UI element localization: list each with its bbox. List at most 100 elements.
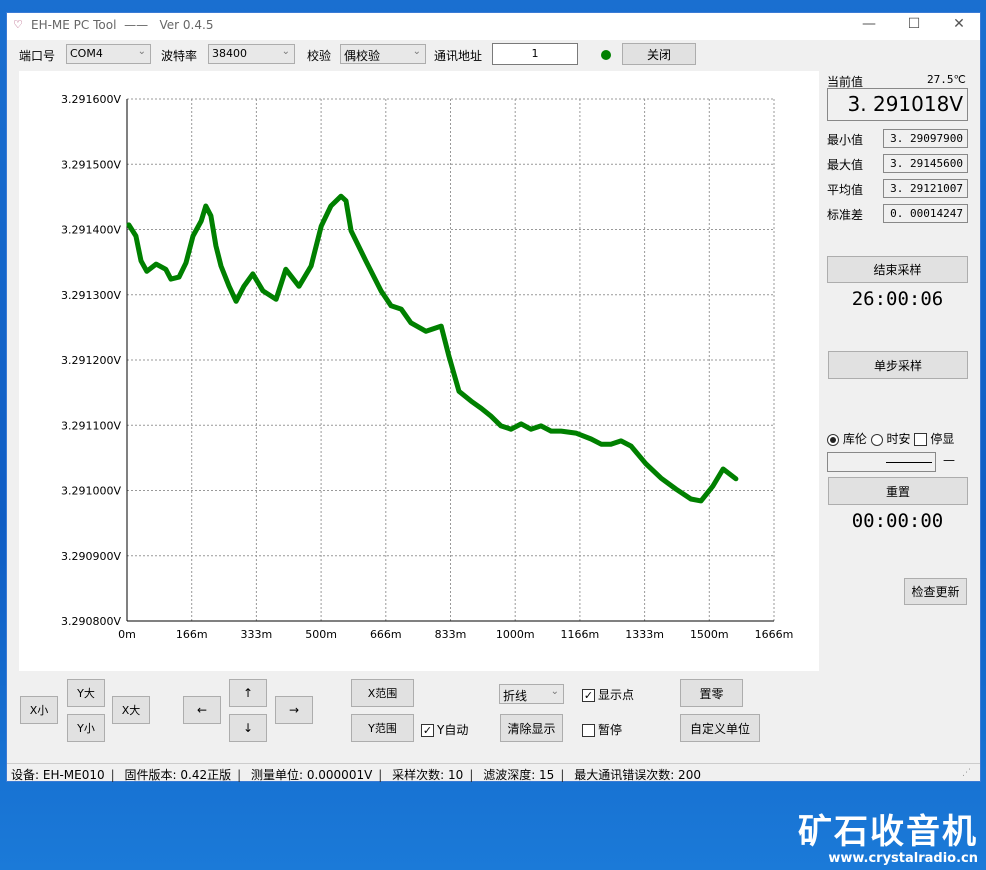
x-range-button[interactable]: X范围 <box>351 679 414 707</box>
clear-display-button[interactable]: 清除显示 <box>500 714 563 742</box>
app-window: ♡ EH-ME PC Tool —— Ver 0.4.5 — ☐ ✕ 端口号 C… <box>6 12 981 782</box>
data-point <box>218 264 223 269</box>
data-point <box>618 438 623 443</box>
zero-button[interactable]: 置零 <box>680 679 743 707</box>
data-point <box>608 442 613 447</box>
data-point <box>297 284 302 289</box>
x-tick-label: 1166m <box>561 628 600 641</box>
data-point <box>424 329 429 334</box>
y-tick-label: 3.291300V <box>61 289 121 302</box>
data-point <box>549 429 554 434</box>
maximize-button[interactable]: ☐ <box>892 16 936 38</box>
x-zoom-in-button[interactable]: X大 <box>112 696 150 724</box>
data-point <box>589 436 594 441</box>
x-tick-label: 0m <box>118 628 136 641</box>
y-tick-label: 3.291500V <box>61 158 121 171</box>
data-point <box>538 423 543 428</box>
y-zoom-in-button[interactable]: Y大 <box>67 679 105 707</box>
data-point <box>599 442 604 447</box>
pan-right-button[interactable]: → <box>275 696 313 724</box>
stop-sampling-button[interactable]: 结束采样 <box>827 256 968 283</box>
data-point <box>274 297 279 302</box>
x-tick-label: 1000m <box>496 628 535 641</box>
radio-amp-hour[interactable]: 时安 <box>870 432 911 446</box>
port-select[interactable]: COM4 ⌄ <box>66 44 151 64</box>
data-point <box>208 213 213 218</box>
data-point <box>721 466 726 471</box>
x-tick-label: 1333m <box>625 628 664 641</box>
resize-grip-icon[interactable]: ⋰ <box>962 768 971 778</box>
status-unit: 测量单位: 0.000001V <box>250 768 373 782</box>
y-tick-label: 3.290800V <box>61 615 121 628</box>
show-points-checkbox[interactable]: ✓ 显示点 <box>582 686 634 703</box>
x-tick-label: 666m <box>370 628 402 641</box>
x-tick-label: 333m <box>241 628 273 641</box>
std-label: 标准差 <box>827 208 864 222</box>
window-title: EH-ME PC Tool —— Ver 0.4.5 <box>31 18 214 32</box>
data-point <box>363 258 368 263</box>
address-input[interactable]: 1 <box>492 43 578 65</box>
data-point <box>241 284 246 289</box>
y-zoom-out-button[interactable]: Y小 <box>67 714 105 742</box>
data-point <box>629 444 634 449</box>
data-point <box>338 194 343 199</box>
data-point <box>643 461 648 466</box>
hold-display-checkbox[interactable]: 停显 <box>914 432 954 446</box>
baud-select[interactable]: 38400 ⌄ <box>208 44 295 64</box>
max-value: 3. 29145600 <box>883 154 968 173</box>
data-point <box>227 284 232 289</box>
elapsed-timer: 26:00:06 <box>851 288 944 310</box>
parity-select[interactable]: 偶校验 ⌄ <box>340 44 426 64</box>
data-point <box>260 288 265 293</box>
data-point <box>674 487 679 492</box>
data-point <box>399 307 404 312</box>
connection-status-indicator <box>601 50 611 60</box>
x-tick-label: 500m <box>305 628 337 641</box>
avg-value: 3. 29121007 <box>883 179 968 198</box>
title-bar: ♡ EH-ME PC Tool —— Ver 0.4.5 — ☐ ✕ <box>7 13 980 40</box>
pan-down-button[interactable]: ↓ <box>229 714 267 742</box>
pause-checkbox[interactable]: 暂停 <box>582 721 622 738</box>
data-point <box>733 476 738 481</box>
close-port-button[interactable]: 关闭 <box>622 43 696 65</box>
pan-up-button[interactable]: ↑ <box>229 679 267 707</box>
port-label: 端口号 <box>19 49 56 63</box>
avg-label: 平均值 <box>827 183 864 197</box>
x-zoom-out-button[interactable]: X小 <box>20 696 58 724</box>
data-point <box>528 427 533 432</box>
status-filter: 滤波深度: 15 <box>483 768 555 782</box>
temperature-readout: 27.5℃ <box>927 73 966 86</box>
chart-type-select[interactable]: 折线 ⌄ <box>499 684 564 704</box>
y-range-button[interactable]: Y范围 <box>351 714 414 742</box>
minimize-button[interactable]: — <box>847 16 891 38</box>
accumulate-timer: 00:00:00 <box>851 510 944 532</box>
parity-label: 校验 <box>307 49 332 63</box>
radio-coulomb[interactable]: 库伦 <box>827 432 867 446</box>
data-point <box>319 224 324 229</box>
data-point <box>309 264 314 269</box>
data-point <box>184 260 189 265</box>
watermark: 矿石收音机 www.crystalradio.cn <box>798 812 978 866</box>
close-window-button[interactable]: ✕ <box>937 16 981 38</box>
chevron-down-icon: ⌄ <box>412 46 421 57</box>
data-point <box>573 431 578 436</box>
custom-unit-button[interactable]: 自定义单位 <box>680 714 760 742</box>
data-point <box>559 429 564 434</box>
pan-left-button[interactable]: ← <box>183 696 221 724</box>
data-point <box>328 204 333 209</box>
y-auto-checkbox[interactable]: ✓ Y自动 <box>421 721 468 738</box>
data-point <box>177 275 182 280</box>
address-label: 通讯地址 <box>434 49 483 63</box>
status-firmware: 固件版本: 0.42正版 <box>124 768 232 782</box>
check-update-button[interactable]: 检查更新 <box>904 578 967 605</box>
y-tick-label: 3.290900V <box>61 550 121 563</box>
accumulator-display <box>827 452 936 472</box>
data-point <box>234 299 239 304</box>
x-tick-label: 833m <box>435 628 467 641</box>
data-point <box>163 267 168 272</box>
status-device: 设备: EH-ME010 <box>11 768 105 782</box>
data-point <box>408 320 413 325</box>
reset-button[interactable]: 重置 <box>828 477 968 505</box>
status-bar: 设备: EH-ME010 | 固件版本: 0.42正版 | 测量单位: 0.0000… <box>7 763 980 782</box>
single-step-button[interactable]: 单步采样 <box>828 351 968 379</box>
